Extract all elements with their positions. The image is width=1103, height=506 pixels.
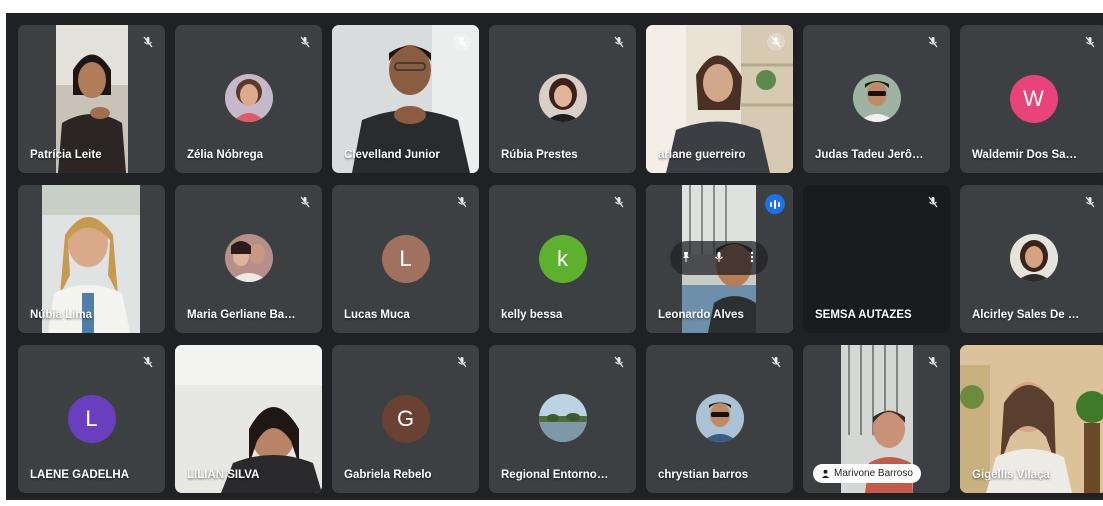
participant-avatar [695,393,744,442]
participant-tile[interactable]: Núbia Lima [18,185,165,333]
participant-name: Regional Entorno e RN [501,469,610,481]
mic-off-icon [139,33,157,51]
mic-off-icon [296,33,314,51]
participant-grid: Patrícia Leite Zélia Nóbrega Clevelland … [18,25,1103,493]
mic-off-icon [1081,193,1099,211]
participant-tile[interactable]: SEMSA AUTAZES [803,185,950,333]
participant-name: kelly bessa [501,309,563,321]
participant-tile[interactable]: L Lucas Muca [332,185,479,333]
participant-tile[interactable]: Judas Tadeu Jerônimo d... [803,25,950,173]
participant-tile[interactable]: LILIAN SILVA [175,345,322,493]
letter-avatar: G [381,395,430,443]
participant-name: Lucas Muca [344,309,410,321]
participant-name: chrystian barros [658,469,749,481]
participant-name: LAENE GADELHA [30,469,130,481]
participant-name: Núbia Lima [30,309,92,321]
participant-name: Clevelland Junior [344,149,440,161]
letter-avatar: L [67,395,116,443]
participant-avatar [224,73,273,122]
letter-avatar: W [1009,75,1058,123]
participant-tile[interactable]: Marivone Barroso [803,345,950,493]
mic-off-icon [453,33,471,51]
participant-avatar [1009,233,1058,282]
participant-avatar [538,73,587,122]
participant-name: Zélia Nóbrega [187,149,264,161]
mic-off-icon [767,33,785,51]
mic-off-icon [610,353,628,371]
mic-off-icon [924,353,942,371]
mic-off-icon [610,33,628,51]
participant-tile[interactable]: Regional Entorno e RN [489,345,636,493]
participant-tile[interactable]: k kelly bessa [489,185,636,333]
mic-off-icon [924,193,942,211]
participant-name: ariane guerreiro [658,149,746,161]
participant-name: SEMSA AUTAZES [815,309,912,321]
participant-name-chip: Marivone Barroso [813,464,921,483]
pin-icon[interactable] [675,251,697,266]
participant-name: Gabriela Rebelo [344,469,432,481]
participant-name: Alcirley Sales De França [972,309,1081,321]
top-bar [0,0,1103,13]
mic-off-icon [296,193,314,211]
mute-participant-icon[interactable] [708,251,730,266]
mic-off-icon [924,33,942,51]
participant-avatar [538,393,587,442]
participant-tile[interactable]: Patrícia Leite [18,25,165,173]
mic-off-icon [1081,33,1099,51]
mic-off-icon [453,193,471,211]
participant-name: Judas Tadeu Jerônimo d... [815,149,924,161]
participant-avatar [852,73,901,122]
participant-tile[interactable]: G Gabriela Rebelo [332,345,479,493]
mic-off-icon [767,353,785,371]
participant-name: Patrícia Leite [30,149,102,161]
participant-tile[interactable]: ariane guerreiro [646,25,793,173]
letter-avatar: L [381,235,430,283]
participant-avatar [224,233,273,282]
person-icon [821,469,830,478]
participant-tile[interactable]: L LAENE GADELHA [18,345,165,493]
participant-name: LILIAN SILVA [187,469,260,481]
participant-tile[interactable]: Clevelland Junior [332,25,479,173]
meeting-stage: Patrícia Leite Zélia Nóbrega Clevelland … [6,13,1103,500]
participant-tile[interactable]: Maria Gerliane Barboza ... [175,185,322,333]
participant-name: Leonardo Alves [658,309,744,321]
participant-name: Gigellis Vilaça [972,469,1050,481]
tile-hover-controls [670,241,768,275]
mic-off-icon [610,193,628,211]
participant-name: Marivone Barroso [834,468,913,479]
participant-tile[interactable]: Gigellis Vilaça [960,345,1103,493]
participant-tile[interactable]: W Waldemir Dos Santos Al... [960,25,1103,173]
participant-tile[interactable]: Leonardo Alves [646,185,793,333]
speaking-indicator-icon [765,194,785,214]
participant-tile[interactable]: Zélia Nóbrega [175,25,322,173]
mic-off-icon [453,353,471,371]
participant-tile[interactable]: Rúbia Prestes [489,25,636,173]
participant-name: Rúbia Prestes [501,149,578,161]
more-options-icon[interactable] [741,251,763,266]
participant-tile[interactable]: chrystian barros [646,345,793,493]
participant-name: Maria Gerliane Barboza ... [187,309,296,321]
participant-name: Waldemir Dos Santos Al... [972,149,1081,161]
participant-tile[interactable]: Alcirley Sales De França [960,185,1103,333]
mic-off-icon [139,353,157,371]
letter-avatar: k [538,235,587,283]
